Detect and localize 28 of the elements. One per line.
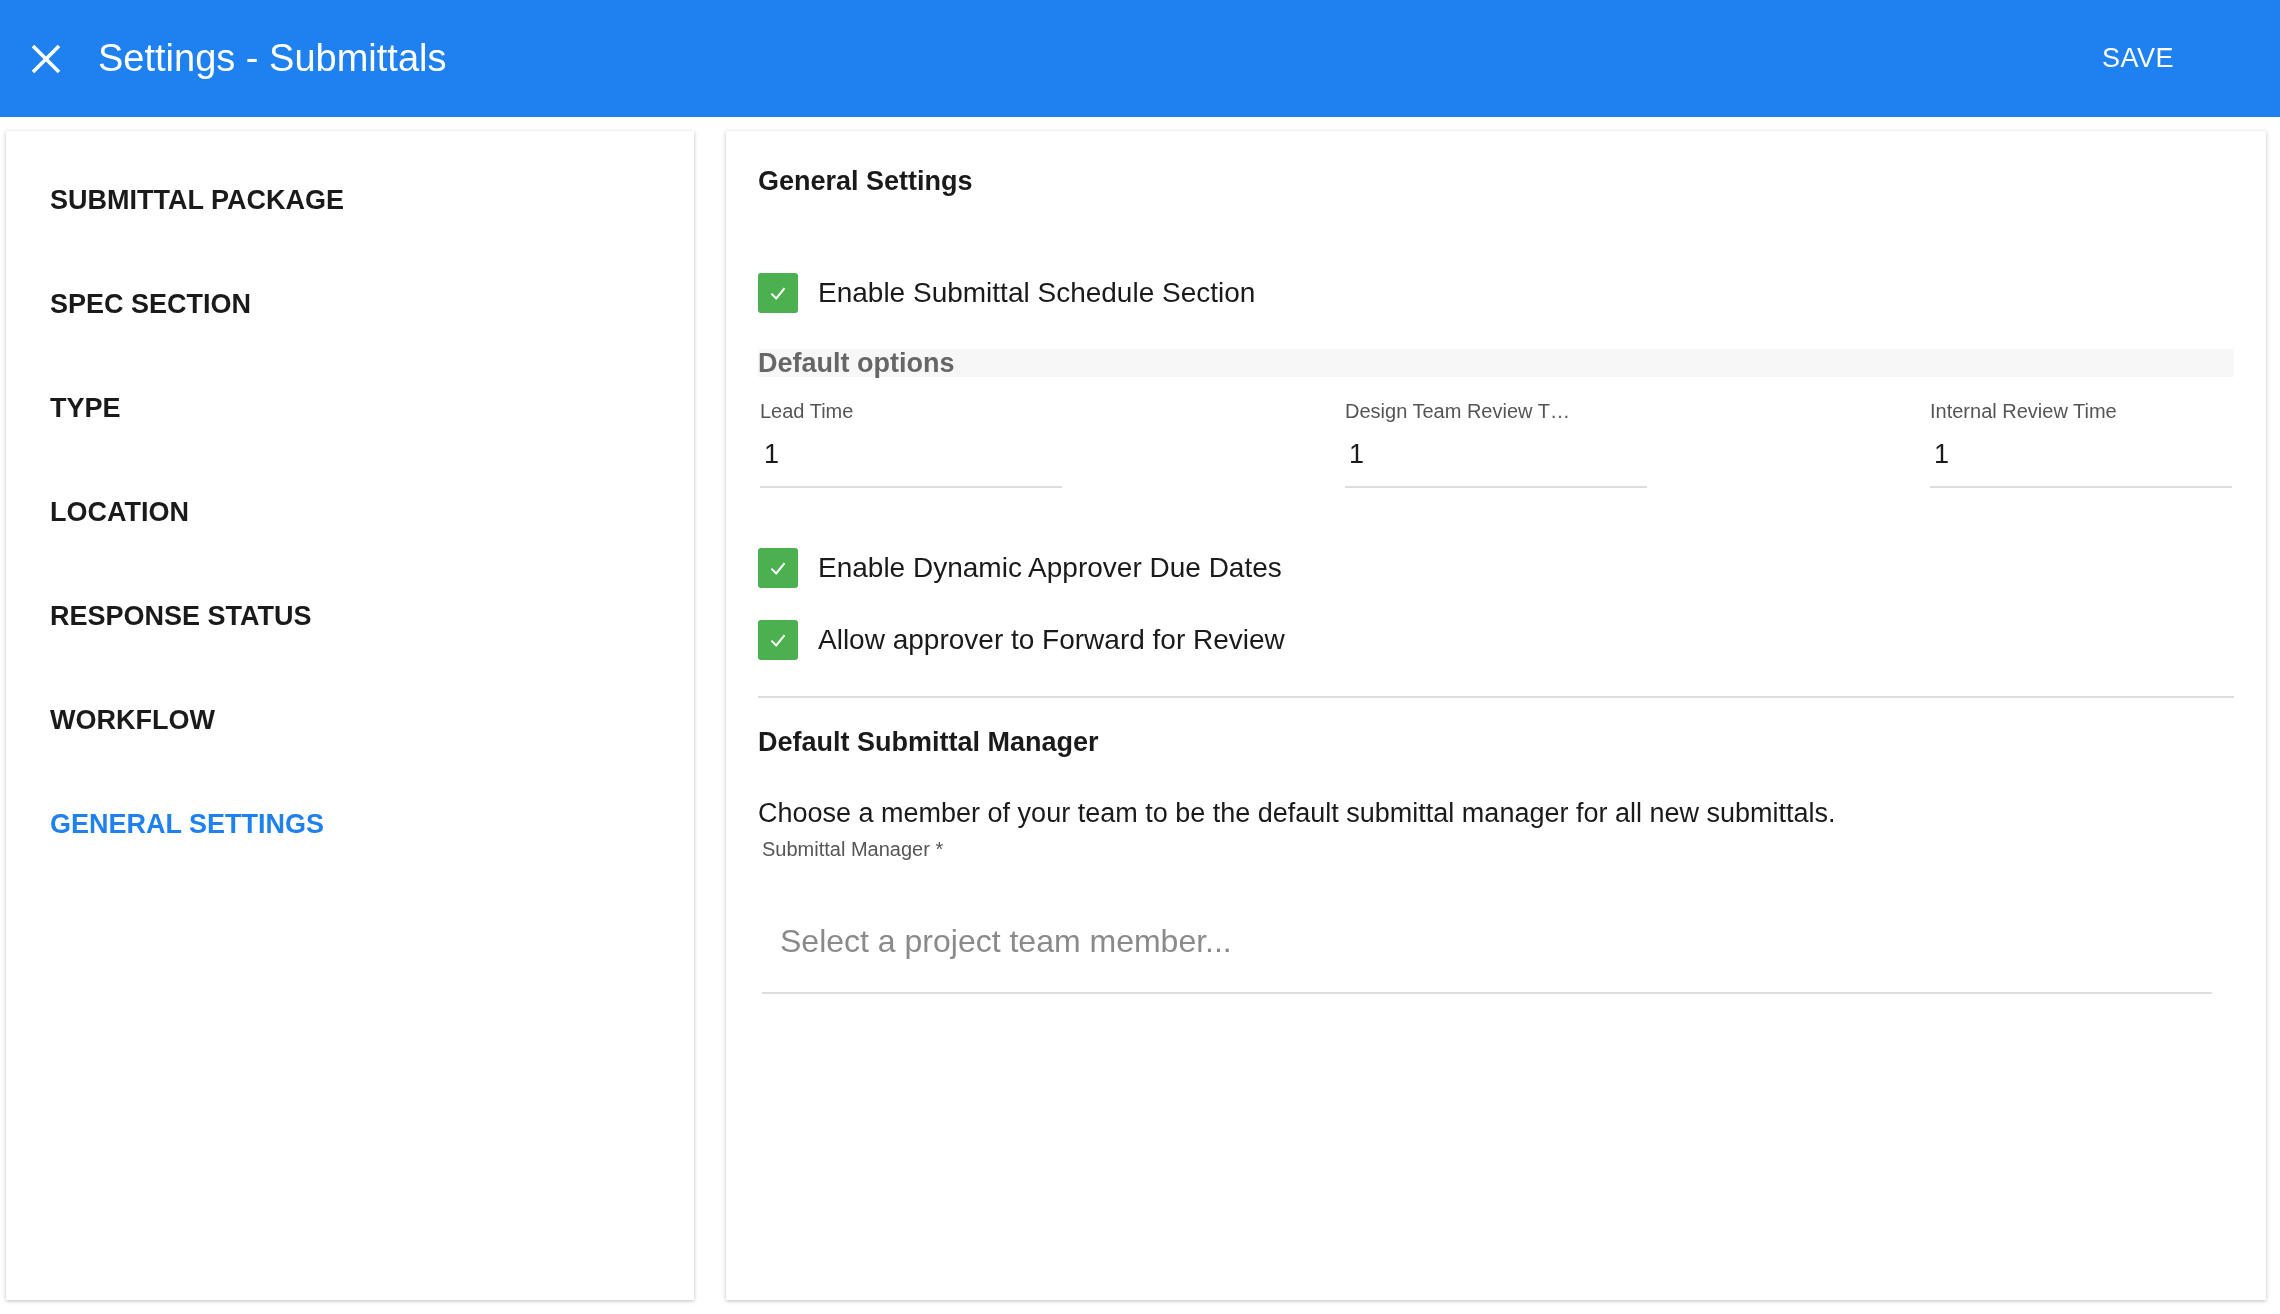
sidebar-item[interactable]: WORKFLOW [6, 695, 694, 799]
sidebar-item[interactable]: RESPONSE STATUS [6, 591, 694, 695]
close-icon[interactable] [30, 42, 62, 75]
number-field[interactable]: 1 [760, 423, 1062, 488]
page-title: Settings - Submittals [98, 37, 448, 80]
checkbox-label: Enable Dynamic Approver Due Dates [818, 552, 1282, 584]
checkbox-label: Allow approver to Forward for Review [818, 624, 1285, 656]
select-field[interactable]: Select a project team member... [762, 913, 2212, 994]
number-field[interactable]: 1 [1930, 423, 2232, 488]
sidebar-item[interactable]: LOCATION [6, 487, 694, 591]
field-label: Lead Time [760, 399, 855, 423]
checkbox[interactable] [758, 620, 798, 660]
sidebar-item[interactable]: TYPE [6, 383, 694, 487]
field-label: Design Team Review T… [1345, 399, 1571, 423]
section-title: Default Submittal Manager [758, 726, 1100, 759]
sidebar-item[interactable]: GENERAL SETTINGS [6, 799, 694, 903]
save-button[interactable]: SAVE [2081, 31, 2194, 86]
sidebar-item[interactable]: SPEC SECTION [6, 279, 694, 383]
field-label: Submittal Manager * [762, 838, 944, 861]
section-title: General Settings [758, 165, 974, 198]
field-label: Internal Review Time [1930, 399, 2118, 423]
description-text: Choose a member of your team to be the default submittal manager for all new submittals. [758, 797, 1837, 830]
checkbox[interactable] [758, 273, 798, 313]
sidebar-item[interactable]: SUBMITTAL PACKAGE [6, 175, 694, 279]
checkbox[interactable] [758, 548, 798, 588]
number-field[interactable]: 1 [1345, 423, 1647, 488]
subsection-title: Default options [758, 349, 2234, 377]
checkbox-label: Enable Submittal Schedule Section [818, 277, 1256, 309]
